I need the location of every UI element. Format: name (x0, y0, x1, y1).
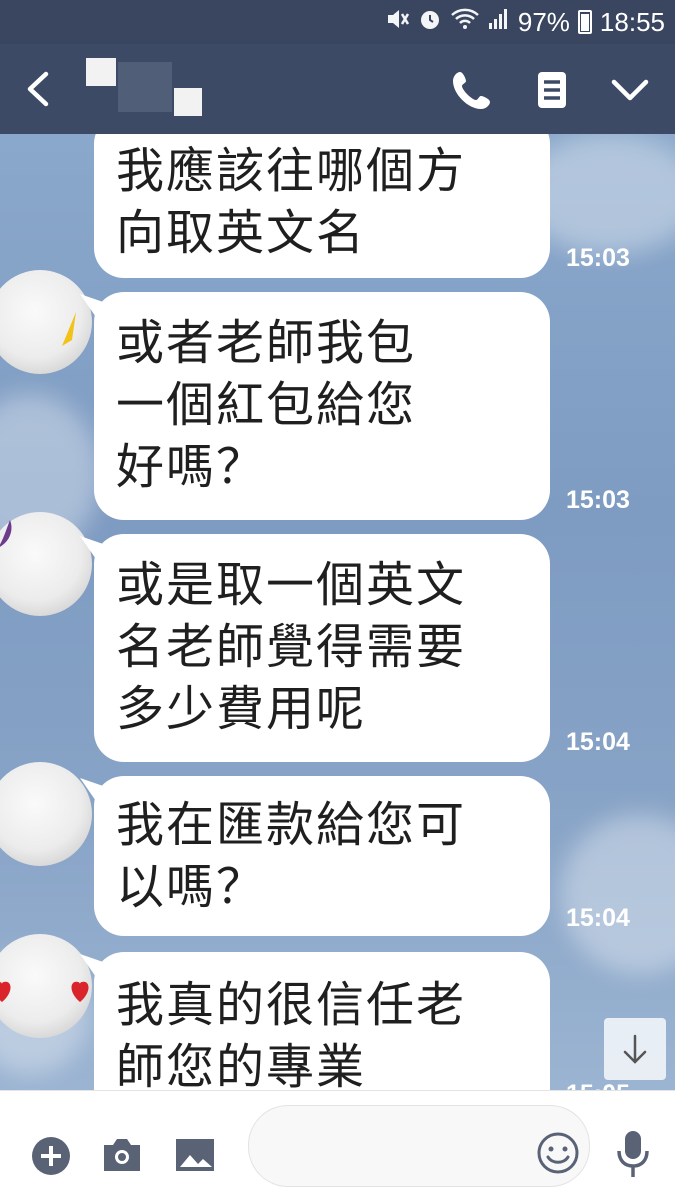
notes-button[interactable] (528, 66, 576, 114)
camera-button[interactable] (100, 1135, 144, 1175)
message-line: 或者老師我包 (116, 315, 417, 371)
red-heart-decoration-icon (0, 981, 11, 1002)
purple-decoration-icon (0, 520, 12, 547)
message-line: 以嗎？ (116, 859, 267, 915)
message-time: 15:03 (566, 486, 630, 514)
message-bubble[interactable]: 我在匯款給您可 以嗎？ (80, 776, 550, 936)
status-bar: 97% 18:55 (0, 0, 675, 44)
chevron-down-icon (611, 79, 649, 101)
message-line: 我在匯款給您可 (116, 797, 467, 853)
add-button[interactable] (30, 1135, 72, 1177)
bell-decoration-icon (62, 312, 76, 346)
call-button[interactable] (448, 66, 496, 114)
contact-name-redacted (86, 58, 206, 120)
message-time: 15:04 (566, 904, 630, 932)
message-bubble[interactable]: 或者老師我包 一個紅包給您 好嗎？ (80, 292, 550, 520)
image-button[interactable] (174, 1135, 216, 1175)
signal-icon (488, 7, 510, 37)
message-time: 15:03 (566, 244, 630, 272)
notes-icon (538, 72, 566, 108)
battery-icon (577, 10, 592, 34)
red-heart-decoration-icon (71, 981, 89, 1002)
more-button[interactable] (606, 66, 654, 114)
battery-percent: 97% (517, 6, 570, 37)
add-icon (32, 1137, 70, 1175)
clock: 18:55 (599, 6, 665, 37)
chevron-left-icon (27, 71, 49, 107)
avatar[interactable] (0, 762, 92, 866)
message-line: 我真的很信任老 (116, 977, 467, 1033)
message-line: 多少費用呢 (116, 681, 367, 737)
image-icon (176, 1139, 214, 1171)
message-line: 我應該往哪個方 (116, 143, 467, 199)
alarm-icon (418, 7, 442, 37)
message-line: 好嗎？ (116, 439, 267, 495)
message-bubble[interactable]: 我應該往哪個方 向取英文名 (94, 134, 550, 278)
message-line: 師您的專業 (116, 1039, 367, 1090)
scroll-to-bottom-button[interactable] (604, 1018, 666, 1080)
message-input-bar (0, 1090, 675, 1200)
camera-icon (104, 1139, 140, 1171)
message-time: 15:05 (566, 1080, 630, 1090)
wifi-icon (450, 7, 480, 37)
arrow-down-icon (623, 1034, 647, 1064)
message-bubble[interactable]: 或是取一個英文 名老師覺得需要 多少費用呢 (80, 534, 550, 762)
message-bubble[interactable]: 我真的很信任老 師您的專業 (80, 952, 550, 1090)
emoji-button[interactable] (536, 1131, 580, 1175)
message-time: 15:04 (566, 728, 630, 756)
chat-header (0, 44, 675, 134)
message-line: 向取英文名 (116, 205, 367, 261)
message-line: 一個紅包給您 (116, 377, 417, 433)
message-line: 或是取一個英文 (116, 557, 467, 613)
voice-button[interactable] (614, 1129, 652, 1181)
mute-icon (386, 8, 410, 36)
message-line: 名老師覺得需要 (116, 619, 467, 675)
emoji-icon (537, 1132, 579, 1174)
back-button[interactable] (18, 66, 62, 112)
avatar[interactable] (0, 270, 92, 374)
chat-messages[interactable]: 我應該往哪個方 向取英文名 15:03 或者老師我包 一個紅包給您 好嗎？ 15… (0, 134, 675, 1090)
phone-icon (453, 72, 490, 109)
microphone-icon (617, 1131, 649, 1177)
